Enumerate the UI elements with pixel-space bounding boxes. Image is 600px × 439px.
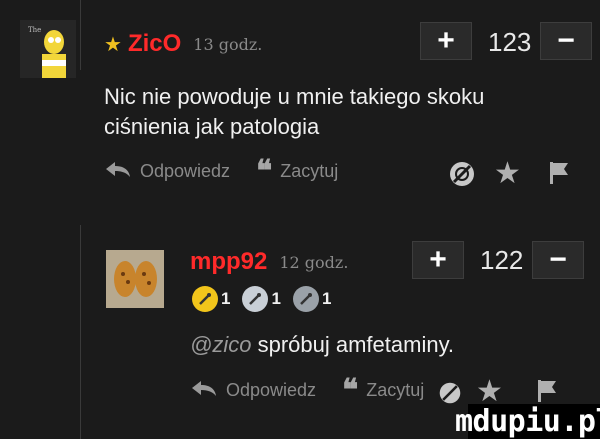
watermark-text: mdupiu.pl (454, 404, 600, 439)
vote-score: 123 (488, 27, 532, 57)
comment-text: @zico spróbuj amfetaminy. (190, 330, 490, 360)
username[interactable]: mpp92 (190, 248, 267, 276)
badge-count: 1 (321, 289, 332, 308)
user-mention[interactable]: @zico (190, 332, 251, 357)
avatar[interactable] (106, 250, 164, 308)
vote-score: 122 (480, 245, 524, 275)
username[interactable]: ZicO (128, 30, 181, 58)
thread-line (80, 0, 81, 70)
reply-link[interactable]: Odpowiedz (226, 380, 316, 401)
gray-badge-icon[interactable] (292, 286, 319, 312)
reply-link[interactable]: Odpowiedz (140, 161, 230, 182)
badge-count: 1 (221, 289, 231, 308)
watermark-logo: mdupiu.pl (455, 404, 600, 439)
timestamp: 12 godz. (279, 252, 349, 272)
silver-badge-icon[interactable] (242, 286, 269, 312)
upvote-button[interactable]: + (420, 22, 472, 60)
comment-text: Nic nie powoduje u mnie takiego skoku ci… (104, 84, 485, 139)
timestamp: 13 godz. (193, 34, 263, 54)
comment-actions: Odpowiedz ❝ Zacytuj (104, 156, 338, 186)
avatar[interactable]: The (20, 20, 76, 78)
star-icon: ★ (104, 33, 122, 56)
quote-icon[interactable]: ❝ (342, 375, 358, 405)
block-icon[interactable] (448, 160, 476, 193)
quote-link[interactable]: Zacytuj (366, 380, 424, 401)
badge-count: 1 (271, 289, 281, 308)
reply-icon[interactable] (190, 379, 218, 402)
svg-text:The: The (28, 26, 41, 34)
thread-line (80, 225, 81, 439)
report-flag-icon[interactable] (548, 160, 570, 191)
comment-header: mpp92 12 godz. (190, 248, 348, 276)
quote-link[interactable]: Zacytuj (280, 161, 338, 182)
badge-list: 1 1 1 (192, 286, 343, 312)
comment-header: ★ ZicO 13 godz. (104, 30, 262, 58)
quote-icon[interactable]: ❝ (256, 156, 272, 186)
downvote-button[interactable]: − (540, 22, 592, 60)
reply-icon[interactable] (104, 160, 132, 183)
comment-actions: Odpowiedz ❝ Zacytuj (190, 375, 424, 405)
favorite-star-icon[interactable]: ★ (494, 156, 521, 191)
comment-body: spróbuj amfetaminy. (257, 332, 455, 357)
yellow-badge-icon[interactable] (192, 286, 218, 312)
downvote-button[interactable]: − (532, 241, 584, 279)
upvote-button[interactable]: + (412, 241, 464, 279)
